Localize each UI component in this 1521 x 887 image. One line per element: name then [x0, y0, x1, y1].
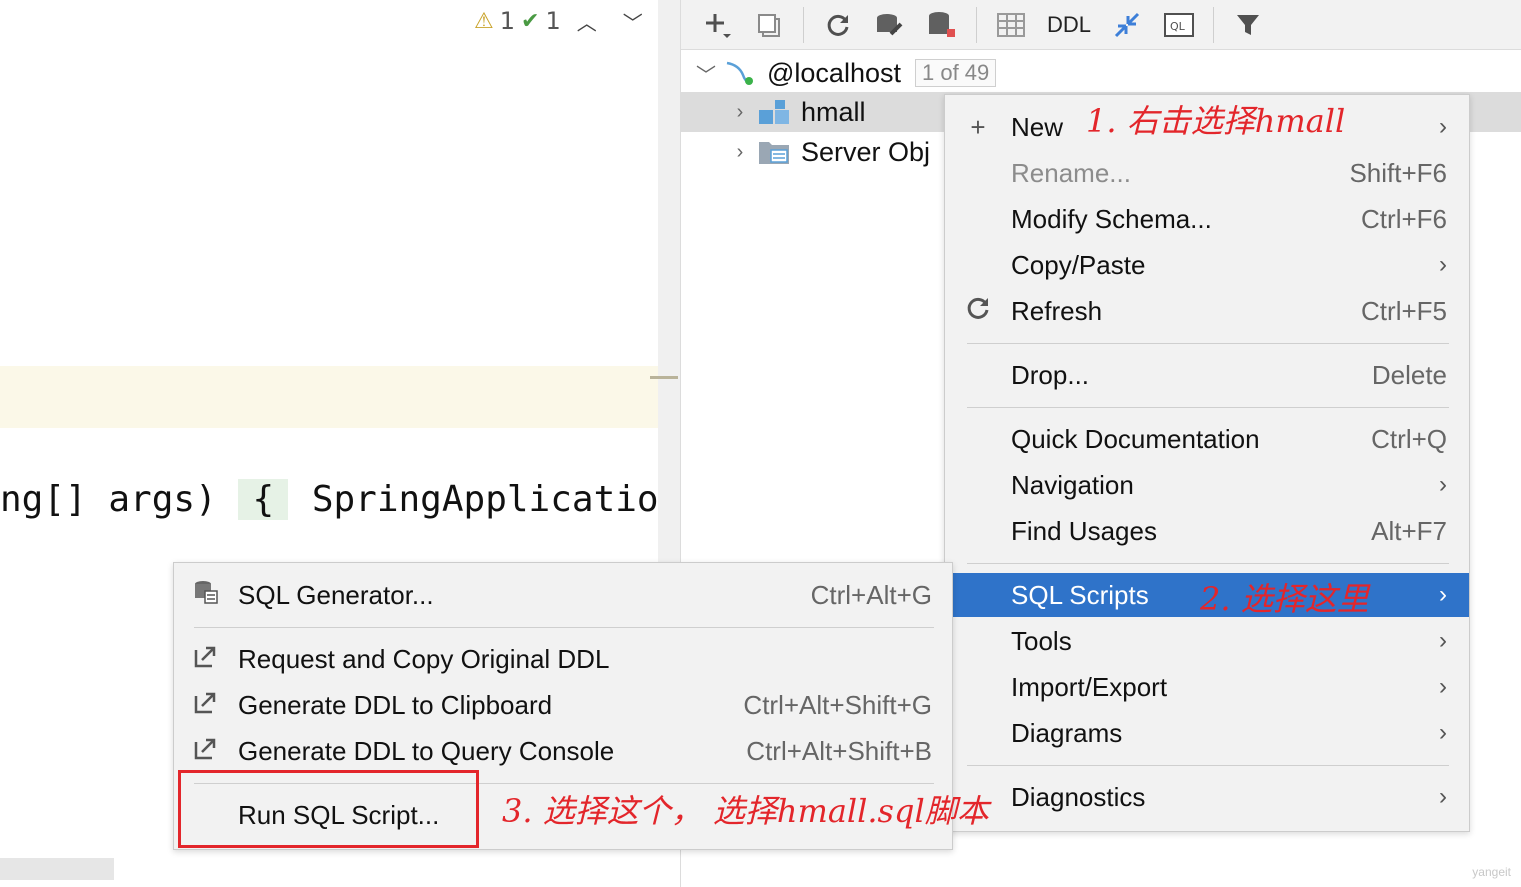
menu-separator — [967, 343, 1449, 344]
tree-item-hmall[interactable]: › hmall — [723, 92, 866, 132]
export-arrow-icon — [174, 690, 238, 721]
ok-count: 1 — [545, 7, 561, 35]
menu-item-diagnostics[interactable]: Diagnostics › — [945, 775, 1469, 819]
toolbar-separator — [1213, 6, 1214, 43]
connection-count-badge: 1 of 49 — [914, 59, 997, 87]
check-icon: ✔ — [521, 8, 540, 34]
query-console-icon[interactable]: QL — [1157, 5, 1201, 45]
mysql-connection-icon — [726, 61, 753, 85]
annotation-step-2: 2. 选择这里 — [1200, 580, 1369, 618]
schema-name: hmall — [801, 96, 866, 127]
menu-item-navigation[interactable]: Navigation › — [945, 463, 1469, 507]
warning-icon: ⚠ — [474, 8, 494, 34]
menu-item-quick-documentation[interactable]: Quick Documentation Ctrl+Q — [945, 417, 1469, 461]
chevron-right-icon: › — [1439, 581, 1447, 608]
export-arrow-icon — [174, 736, 238, 767]
toolbar-separator — [976, 6, 977, 43]
filter-icon[interactable] — [1226, 5, 1270, 45]
submenu-item-request-copy-ddl[interactable]: Request and Copy Original DDL — [174, 637, 952, 681]
refresh-icon — [945, 295, 1011, 328]
horizontal-scrollbar[interactable] — [0, 858, 114, 880]
server-objects-label: Server Obj — [801, 136, 931, 167]
menu-item-drop[interactable]: Drop... Delete — [945, 353, 1469, 397]
folder-icon — [759, 142, 789, 164]
sql-generator-icon — [174, 579, 238, 612]
chevron-up-icon[interactable]: ︿ — [567, 7, 607, 36]
code-text-left: ng[] args) — [0, 479, 217, 520]
chevron-right-icon[interactable]: › — [723, 101, 757, 124]
plus-icon: + — [970, 111, 986, 142]
jump-to-console-icon[interactable] — [1105, 5, 1149, 45]
submenu-item-generate-ddl-console[interactable]: Generate DDL to Query Console Ctrl+Alt+S… — [174, 729, 952, 773]
run-sql-highlight-box — [178, 770, 479, 848]
menu-separator — [194, 627, 934, 628]
chevron-right-icon: › — [1439, 673, 1447, 700]
export-arrow-icon — [174, 644, 238, 675]
menu-item-copy-paste[interactable]: Copy/Paste › — [945, 243, 1469, 287]
menu-item-find-usages[interactable]: Find Usages Alt+F7 — [945, 509, 1469, 553]
menu-separator — [967, 563, 1449, 564]
refresh-icon[interactable] — [816, 5, 860, 45]
svg-text:QL: QL — [1170, 20, 1186, 33]
chevron-right-icon[interactable]: › — [723, 141, 757, 164]
menu-item-refresh[interactable]: Refresh Ctrl+F5 — [945, 289, 1469, 333]
menu-separator — [967, 765, 1449, 766]
table-view-icon[interactable] — [989, 5, 1033, 45]
chevron-right-icon: › — [1439, 783, 1447, 810]
database-toolbar: DDL QL — [681, 0, 1521, 50]
menu-separator — [967, 407, 1449, 408]
menu-item-tools[interactable]: Tools › — [945, 619, 1469, 663]
submenu-item-sql-generator[interactable]: SQL Generator... Ctrl+Alt+G — [174, 573, 952, 617]
watermark: yangeit — [1472, 865, 1511, 879]
menu-item-rename[interactable]: Rename... Shift+F6 — [945, 151, 1469, 195]
code-brace: { — [238, 479, 289, 520]
duplicate-icon[interactable] — [747, 5, 791, 45]
scroll-marker — [650, 376, 678, 379]
inspection-widget[interactable]: ⚠ 1 ✔ 1 ︿ ﹀ — [474, 6, 653, 36]
connection-name: @localhost — [767, 57, 901, 88]
context-menu: + New › Rename... Shift+F6 Modify Schema… — [944, 94, 1470, 832]
chevron-right-icon: › — [1439, 113, 1447, 140]
menu-item-import-export[interactable]: Import/Export › — [945, 665, 1469, 709]
chevron-down-icon[interactable]: ﹀ — [613, 7, 653, 36]
chevron-down-icon[interactable]: ﹀ — [689, 59, 723, 88]
annotation-step-3: 3. 选择这个， 选择hmall.sql脚本 — [502, 792, 989, 830]
tree-item-server-objects[interactable]: › Server Obj — [723, 132, 930, 172]
toolbar-separator — [803, 6, 804, 43]
editor-scrollbar-track[interactable] — [658, 0, 680, 562]
chevron-right-icon: › — [1439, 471, 1447, 498]
data-source-properties-icon[interactable] — [868, 5, 912, 45]
disconnect-icon[interactable] — [920, 5, 964, 45]
code-text-right: SpringApplication. — [311, 479, 702, 520]
menu-item-diagrams[interactable]: Diagrams › — [945, 711, 1469, 755]
ddl-button[interactable]: DDL — [1041, 5, 1097, 45]
menu-item-modify-schema[interactable]: Modify Schema... Ctrl+F6 — [945, 197, 1469, 241]
code-line[interactable]: ng[] args) { SpringApplication. — [0, 476, 702, 524]
current-line-highlight — [0, 366, 678, 428]
chevron-right-icon: › — [1439, 251, 1447, 278]
chevron-right-icon: › — [1439, 627, 1447, 654]
tree-item-localhost[interactable]: ﹀ @localhost 1 of 49 — [689, 53, 997, 93]
add-icon[interactable] — [695, 5, 739, 45]
submenu-item-generate-ddl-clipboard[interactable]: Generate DDL to Clipboard Ctrl+Alt+Shift… — [174, 683, 952, 727]
chevron-right-icon: › — [1439, 719, 1447, 746]
warning-count: 1 — [499, 7, 516, 35]
schema-icon — [759, 100, 789, 124]
annotation-step-1: 1. 右击选择hmall — [1086, 102, 1346, 140]
